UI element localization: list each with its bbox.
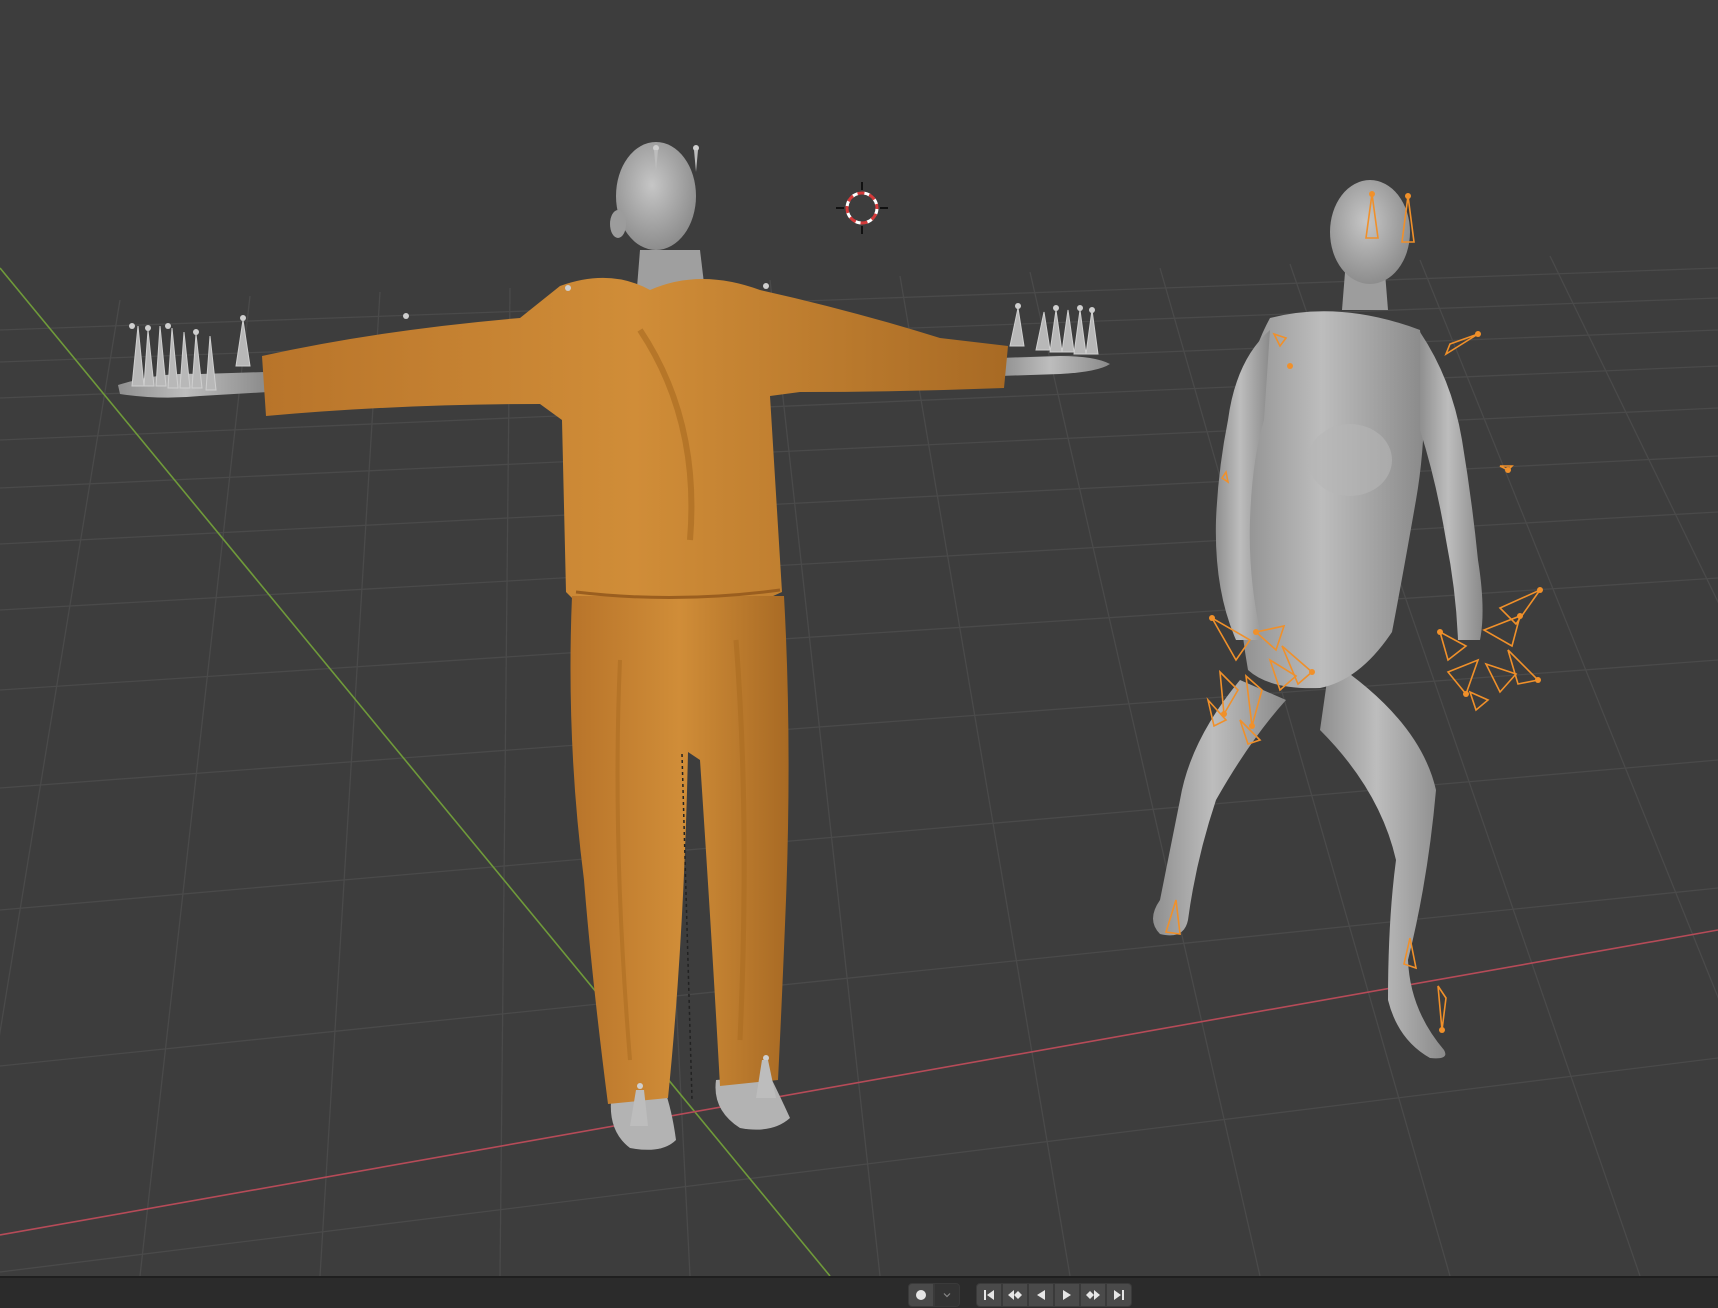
jump-to-start-button[interactable]	[976, 1283, 1002, 1307]
chevron-down-icon	[943, 1293, 951, 1298]
floor-grid	[0, 255, 1718, 1276]
play-icon	[1063, 1290, 1071, 1300]
previous-keyframe-button[interactable]	[1002, 1283, 1028, 1307]
play-button[interactable]	[1054, 1283, 1080, 1307]
record-button[interactable]	[908, 1283, 934, 1307]
playback-controls	[976, 1283, 1132, 1307]
auto-keying-group	[908, 1283, 960, 1307]
play-reverse-icon	[1037, 1290, 1045, 1300]
3d-cursor-icon[interactable]	[836, 182, 888, 234]
timeline-header	[0, 1276, 1718, 1308]
jump-to-end-icon	[1114, 1290, 1124, 1300]
record-icon	[916, 1290, 926, 1300]
viewport-scene[interactable]	[0, 0, 1718, 1276]
play-reverse-button[interactable]	[1028, 1283, 1054, 1307]
next-keyframe-icon	[1086, 1290, 1100, 1300]
jump-to-end-button[interactable]	[1106, 1283, 1132, 1307]
keying-dropdown[interactable]	[934, 1283, 960, 1307]
x-axis-line	[0, 929, 1718, 1236]
previous-keyframe-icon	[1008, 1290, 1022, 1300]
next-keyframe-button[interactable]	[1080, 1283, 1106, 1307]
clothed-t-pose-character[interactable]	[118, 142, 1110, 1150]
jump-to-start-icon	[984, 1290, 994, 1300]
3d-viewport[interactable]	[0, 0, 1718, 1276]
